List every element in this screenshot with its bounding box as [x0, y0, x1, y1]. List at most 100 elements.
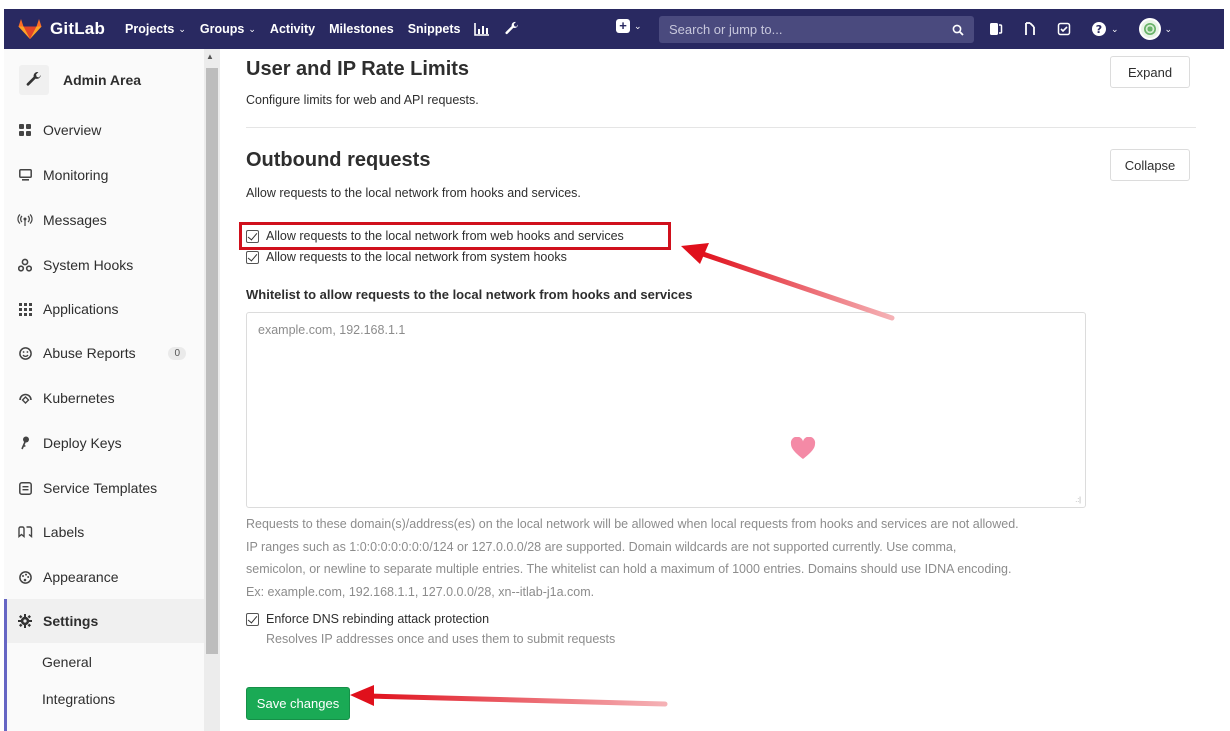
overview-icon	[17, 122, 33, 138]
gitlab-logo[interactable]: GitLab	[18, 18, 105, 40]
dns-rebinding-help: Resolves IP addresses once and uses them…	[266, 632, 616, 646]
outbound-requests-heading: Outbound requests	[246, 149, 431, 171]
nav-projects[interactable]: Projects ⌄	[125, 22, 186, 36]
resize-grip-icon[interactable]: .:|	[1075, 497, 1081, 504]
search-placeholder: Search or jump to...	[669, 22, 783, 37]
help-icon[interactable]: ? ⌄	[1091, 21, 1119, 37]
rate-limits-description: Configure limits for web and API request…	[246, 93, 479, 107]
whitelist-help-text: Requests to these domain(s)/address(es) …	[246, 513, 1096, 603]
chevron-down-icon: ⌄	[1111, 23, 1119, 34]
section-divider	[246, 127, 1196, 128]
sidebar-item-service-templates[interactable]: Service Templates	[4, 473, 204, 503]
help-line: Ex: example.com, 192.168.1.1, 127.0.0.0/…	[246, 584, 595, 599]
cloud-icon	[17, 390, 33, 406]
heart-icon	[790, 437, 816, 459]
issues-icon[interactable]	[1057, 22, 1071, 36]
nav-groups[interactable]: Groups ⌄	[200, 22, 256, 36]
sidebar-item-label: Kubernetes	[43, 390, 115, 406]
wrench-icon[interactable]	[504, 21, 520, 37]
sidebar-item-label: Abuse Reports	[43, 345, 136, 361]
sidebar-item-label: Deploy Keys	[43, 435, 122, 451]
chevron-down-icon: ⌄	[178, 23, 186, 34]
smiley-icon	[17, 345, 33, 361]
brand-name: GitLab	[50, 19, 106, 38]
nav-milestones[interactable]: Milestones	[329, 22, 394, 36]
nav-right-icons: ? ⌄ ⌄	[989, 9, 1192, 49]
hook-icon	[17, 257, 33, 273]
collapse-button[interactable]: Collapse	[1110, 149, 1190, 181]
gear-icon	[17, 613, 33, 629]
gitlab-admin-window: GitLab Projects ⌄ Groups ⌄ Activity Milest…	[0, 0, 1230, 731]
broadcast-icon	[17, 212, 33, 228]
sidebar-item-kubernetes[interactable]: Kubernetes	[4, 383, 204, 413]
sidebar-subitem-general[interactable]: General	[42, 654, 92, 670]
chart-icon[interactable]	[474, 22, 490, 36]
sidebar-subitem-integrations[interactable]: Integrations	[42, 691, 115, 707]
sidebar-item-overview[interactable]: Overview	[4, 115, 204, 145]
nav-projects-label: Projects	[125, 22, 175, 36]
plus-icon: +	[616, 19, 630, 33]
chevron-down-icon: ⌄	[634, 20, 642, 31]
sidebar-item-settings[interactable]: Settings	[4, 599, 204, 643]
palette-icon	[17, 569, 33, 585]
user-menu[interactable]: ⌄	[1138, 18, 1173, 40]
labels-icon	[17, 524, 33, 540]
sidebar-item-appearance[interactable]: Appearance	[4, 562, 204, 592]
sidebar-item-messages[interactable]: Messages	[4, 205, 204, 235]
help-line: Requests to these domain(s)/address(es) …	[246, 517, 1019, 531]
top-navbar: GitLab Projects ⌄ Groups ⌄ Activity Milest…	[4, 9, 1224, 49]
applications-icon	[17, 301, 33, 317]
search-input[interactable]: Search or jump to...	[659, 16, 974, 43]
sidebar-item-label: Service Templates	[43, 480, 158, 496]
sidebar-item-label: Applications	[43, 301, 119, 317]
annotation-highlight-box	[239, 222, 671, 250]
chevron-down-icon: ⌄	[1164, 23, 1173, 34]
nav-activity[interactable]: Activity	[270, 22, 315, 36]
whitelist-label: Whitelist to allow requests to the local…	[246, 287, 693, 302]
save-changes-button[interactable]: Save changes	[246, 687, 350, 720]
nav-snippets[interactable]: Snippets	[408, 22, 461, 36]
whitelist-placeholder: example.com, 192.168.1.1	[258, 323, 406, 337]
sidebar-title: Admin Area	[63, 72, 142, 88]
sidebar-item-system-hooks[interactable]: System Hooks	[4, 250, 204, 280]
sidebar-header[interactable]: Admin Area	[4, 59, 204, 101]
merge-request-icon[interactable]	[1023, 21, 1037, 37]
sidebar-item-deploy-keys[interactable]: Deploy Keys	[4, 428, 204, 458]
sidebar-item-label: Monitoring	[43, 167, 109, 183]
sidebar-item-monitoring[interactable]: Monitoring	[4, 160, 204, 190]
rate-limits-heading: User and IP Rate Limits	[246, 58, 470, 80]
sidebar-item-labels[interactable]: Labels	[4, 517, 204, 547]
avatar	[1138, 18, 1161, 40]
help-line: semicolon, or newline to separate multip…	[246, 562, 1012, 576]
scroll-up-arrow-icon[interactable]: ▲	[206, 52, 214, 61]
sidebar-item-label: Appearance	[43, 569, 119, 585]
key-icon	[17, 435, 33, 451]
sidebar-item-applications[interactable]: Applications	[4, 294, 204, 324]
abuse-count-badge: 0	[168, 346, 186, 360]
sidebar-item-label: Settings	[43, 613, 99, 629]
whitelist-textarea[interactable]: example.com, 192.168.1.1 .:|	[246, 312, 1086, 508]
dns-rebinding-checkbox[interactable]	[246, 612, 259, 626]
sidebar-item-abuse-reports[interactable]: Abuse Reports 0	[4, 338, 204, 368]
expand-button[interactable]: Expand	[1110, 56, 1190, 88]
chevron-down-icon: ⌄	[248, 23, 256, 34]
system-hooks-checkbox-label: Allow requests to the local network from…	[266, 250, 567, 264]
sidebar-scrollbar-thumb[interactable]	[206, 68, 218, 654]
dns-rebinding-checkbox-row[interactable]: Enforce DNS rebinding attack protection	[246, 612, 489, 626]
wrench-icon	[19, 65, 49, 95]
system-hooks-checkbox-row[interactable]: Allow requests to the local network from…	[246, 250, 567, 264]
nav-groups-label: Groups	[199, 22, 245, 36]
sidebar-item-label: Messages	[43, 212, 107, 228]
help-line: IP ranges such as 1:0:0:0:0:0:0:0/124 or…	[246, 539, 957, 554]
outbound-description: Allow requests to the local network from…	[246, 186, 581, 200]
sidebar-item-label: Labels	[43, 524, 85, 540]
new-dropdown-button[interactable]: + ⌄	[616, 19, 642, 33]
sidebar-item-label: System Hooks	[43, 257, 134, 273]
search-icon	[952, 24, 964, 36]
todos-icon[interactable]	[989, 22, 1003, 36]
dns-rebinding-checkbox-label: Enforce DNS rebinding attack protection	[266, 612, 490, 626]
nav-links: Projects ⌄ Groups ⌄ Activity Milestones Sn…	[125, 21, 534, 37]
template-icon	[17, 480, 33, 496]
svg-text:?: ?	[1096, 23, 1102, 36]
system-hooks-checkbox[interactable]	[246, 250, 259, 264]
